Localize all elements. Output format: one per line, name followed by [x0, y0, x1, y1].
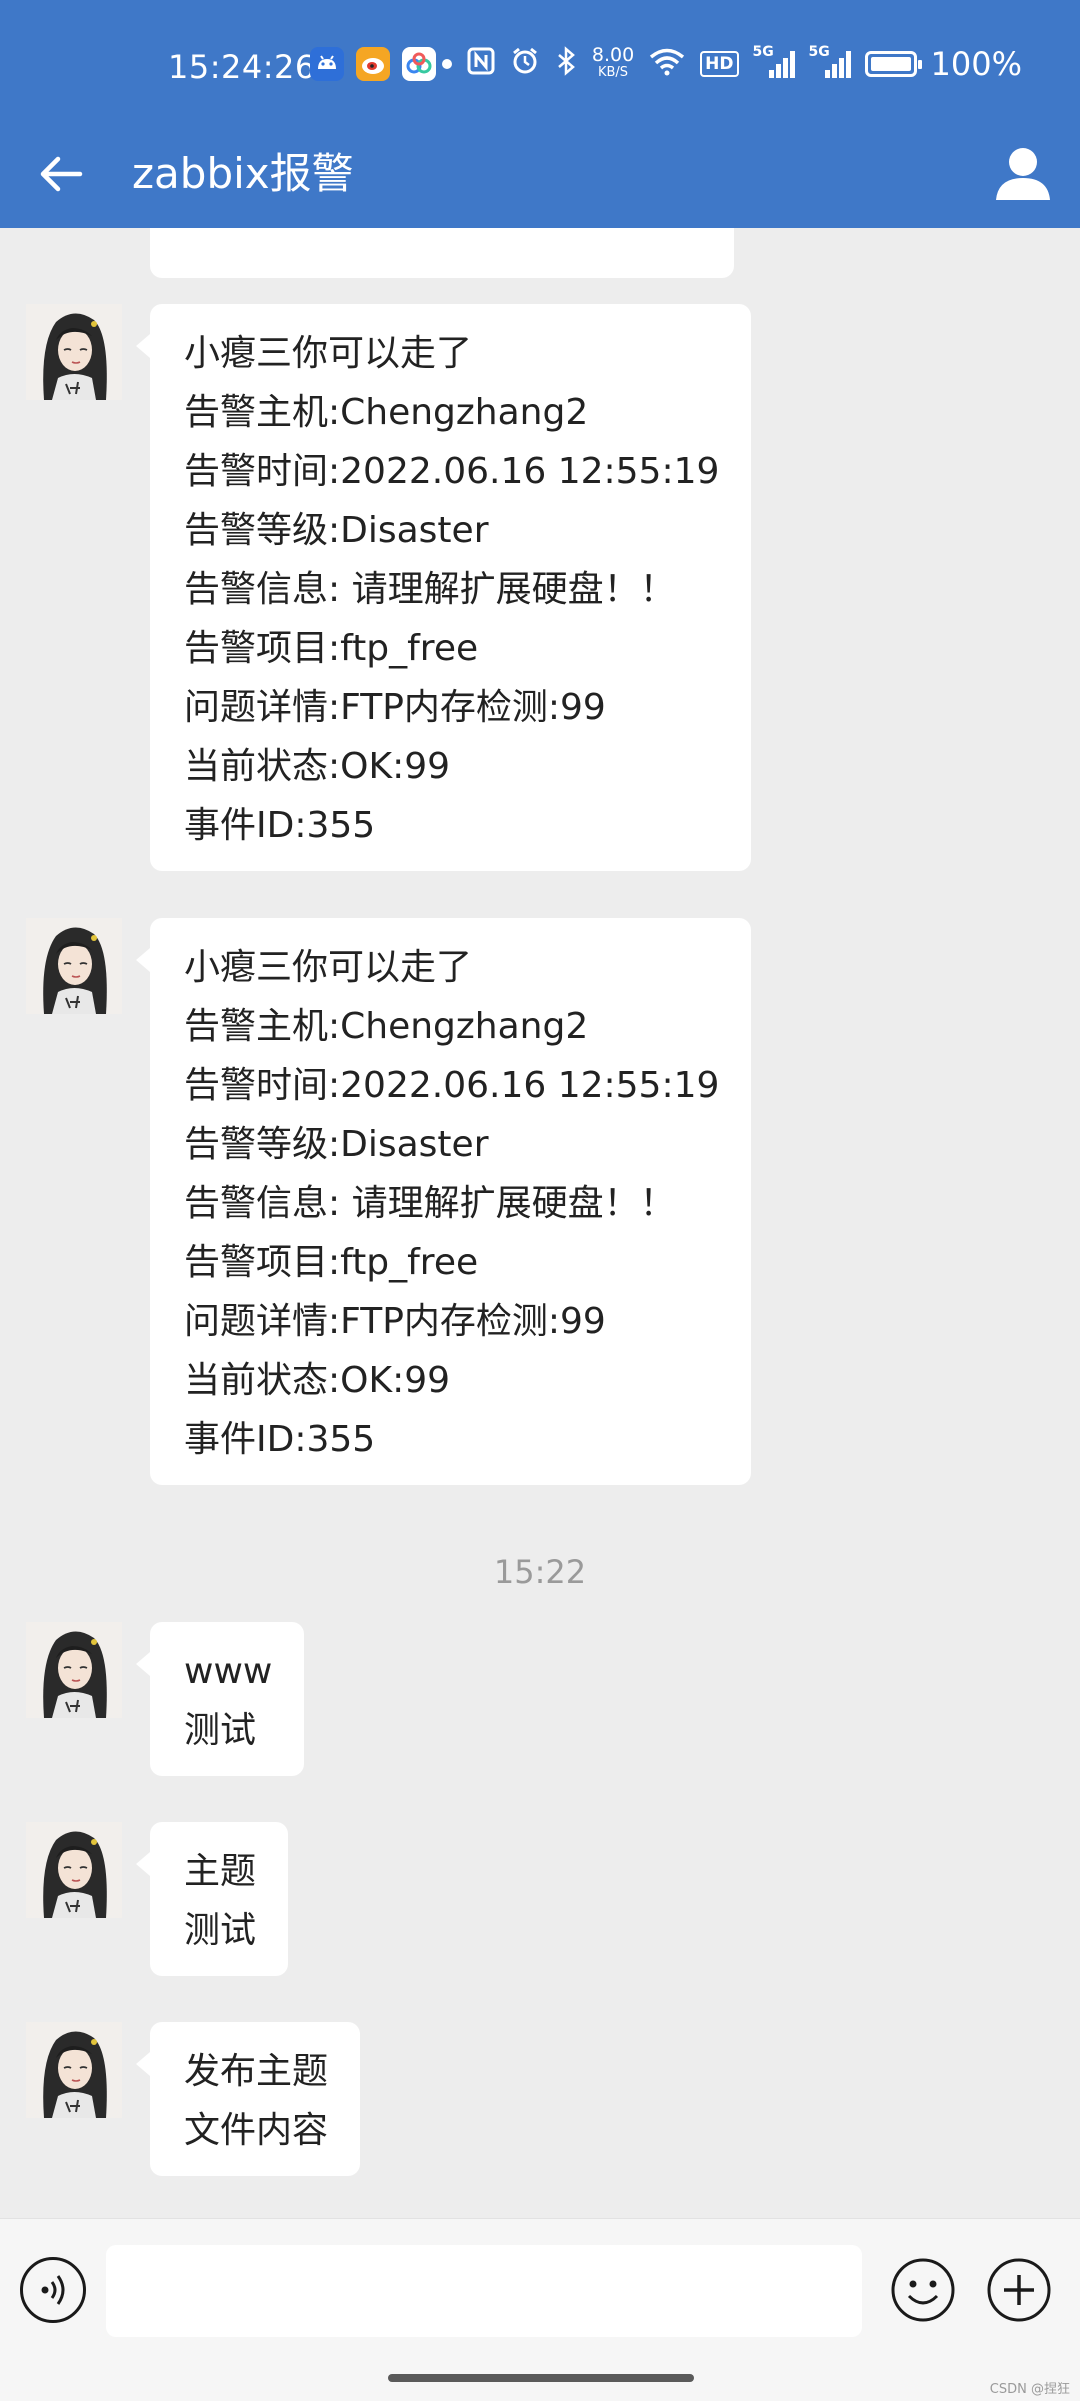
- back-arrow-icon[interactable]: [30, 142, 94, 206]
- message-text-line: 告警等级:Disaster: [184, 1124, 489, 1165]
- message-text-line: 问题详情:FTP内存检测:99: [184, 687, 606, 728]
- message-text-line: 当前状态:OK:99: [184, 1360, 451, 1401]
- battery-percent: 100%: [930, 45, 1022, 83]
- sender-avatar[interactable]: [26, 1822, 122, 1918]
- message-bubble[interactable]: 小瘪三你可以走了告警主机:Chengzhang2 告警时间:2022.06.16 …: [135, 304, 752, 871]
- message-text-line: 问题详情:FTP内存检测:99: [184, 1301, 606, 1342]
- system-indicators: 8.00 KB/S HD 5G 5G 100%: [441, 44, 1022, 84]
- message-text-line: 告警信息: 请理解扩展硬盘！！: [184, 569, 676, 610]
- profile-icon[interactable]: [990, 140, 1056, 206]
- message-text-line: 小瘪三你可以走了: [184, 947, 473, 988]
- message-text-line: 主题: [184, 1851, 257, 1892]
- message-text-line: 告警时间:2022.06.16 12:55:19: [184, 451, 720, 492]
- message-text-line: 测试: [184, 1710, 257, 1751]
- sender-avatar[interactable]: [26, 304, 122, 400]
- message-text-line: www: [184, 1651, 273, 1692]
- network-speed-value: 8.00: [591, 44, 635, 66]
- battery-icon: [864, 51, 922, 77]
- message-text-line: 测试: [184, 1910, 257, 1951]
- signal-1-icon: 5G: [753, 44, 795, 80]
- notification-dot: [441, 59, 452, 69]
- message-bubble[interactable]: www 测试: [135, 1622, 305, 1776]
- chat-title: zabbix报警: [132, 149, 354, 198]
- watermark: CSDN @捏狂: [989, 2382, 1070, 2397]
- message-input[interactable]: [106, 2245, 862, 2337]
- more-options-plus-icon[interactable]: [986, 2257, 1052, 2323]
- network-speed-unit: KB/S: [597, 65, 629, 80]
- message-text-line: 发布主题: [184, 2051, 329, 2092]
- chat-header: zabbix报警: [0, 120, 1080, 228]
- signal-2-icon: 5G: [809, 44, 851, 80]
- bluetooth-icon: [554, 46, 578, 82]
- message-text-line: 文件内容: [184, 2110, 329, 2151]
- nfc-icon: [466, 46, 496, 82]
- message-text-line: 小瘪三你可以走了: [184, 333, 473, 374]
- chat-area[interactable]: 小瘪三你可以走了 告警主机:Chengzhang2 告警时间:2022.06.16 …: [0, 228, 1080, 2218]
- message-text-line: 告警信息: 请理解扩展硬盘！！: [184, 1183, 676, 1224]
- message-text-line: 当前状态:OK:99: [184, 746, 451, 787]
- message-bubble[interactable]: 小瘪三你可以走了告警主机:Chengzhang2 告警时间:2022.06.16 …: [135, 918, 752, 1485]
- android-icon: [310, 47, 344, 81]
- battery-fill: [870, 57, 911, 71]
- message-text-line: 事件ID:355: [184, 805, 376, 846]
- emoji-icon[interactable]: [890, 2257, 956, 2323]
- hd-icon: HD: [700, 51, 739, 77]
- sender-avatar[interactable]: [26, 918, 122, 1014]
- status-bar: 15:24:26 8.00 KB/S HD 5G 5G 100%: [0, 0, 1080, 120]
- message-text-line: 告警项目:ftp_free: [184, 628, 479, 669]
- wifi-icon: [648, 46, 686, 82]
- message-text-line: 事件ID:355: [184, 1419, 376, 1460]
- weibo-icon: [356, 47, 390, 81]
- partial-message-bubble: [150, 228, 734, 278]
- notification-icons: [310, 44, 436, 84]
- message-text-line: 告警主机:Chengzhang2: [184, 392, 589, 433]
- home-indicator[interactable]: [388, 2374, 694, 2382]
- message-bubble[interactable]: 主题 测试: [135, 1822, 289, 1976]
- voice-input-icon[interactable]: [20, 2257, 86, 2323]
- status-time: 15:24:26: [168, 48, 316, 86]
- message-text-line: 告警主机:Chengzhang2: [184, 1006, 589, 1047]
- sender-avatar[interactable]: [26, 2022, 122, 2118]
- message-text-line: 告警等级:Disaster: [184, 510, 489, 551]
- timestamp-divider: 15:22: [493, 1553, 587, 1591]
- cloud-app-icon: [402, 47, 436, 81]
- message-text-line: 告警项目:ftp_free: [184, 1242, 479, 1283]
- message-text-line: 告警时间:2022.06.16 12:55:19: [184, 1065, 720, 1106]
- sender-avatar[interactable]: [26, 1622, 122, 1718]
- network-speed: 8.00 KB/S: [591, 44, 635, 81]
- alarm-icon: [510, 46, 540, 82]
- message-bubble[interactable]: 发布主题 文件内容: [135, 2022, 361, 2176]
